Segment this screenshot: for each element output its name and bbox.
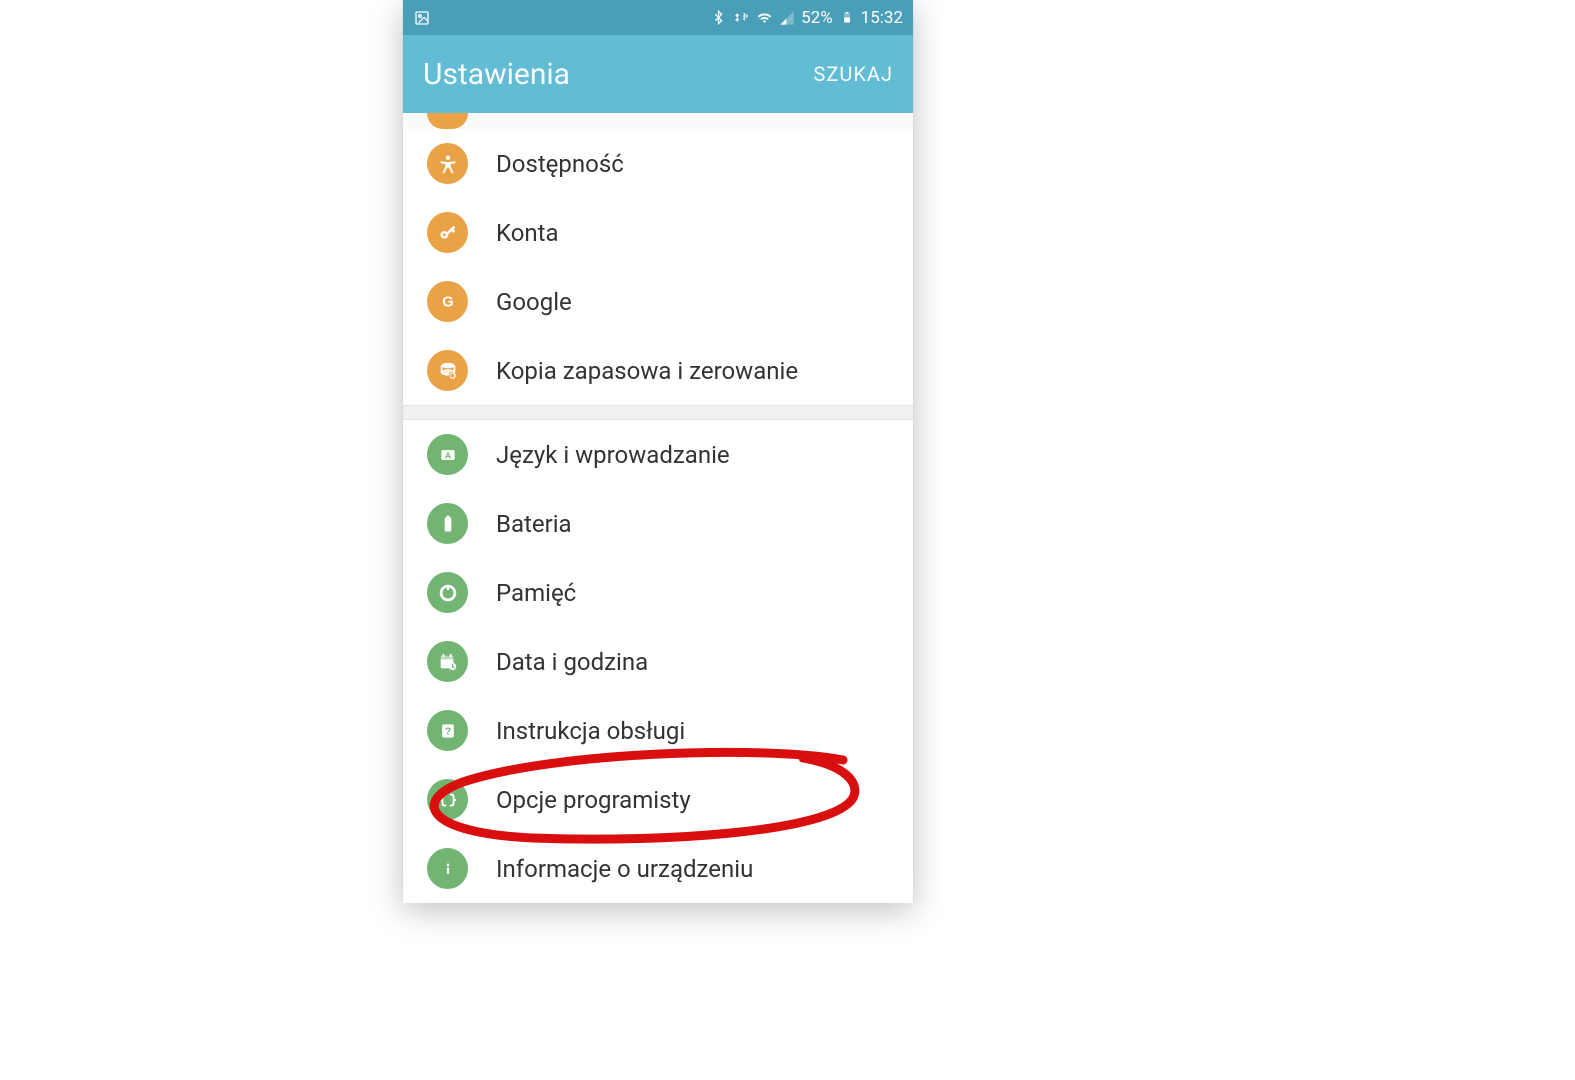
settings-item-accessibility[interactable]: Dostępność [403, 129, 913, 198]
clock: 15:32 [861, 8, 903, 28]
settings-item-backup-reset[interactable]: Kopia zapasowa i zerowanie [403, 336, 913, 405]
settings-group-system: A Język i wprowadzanie Bateria Pamięć [403, 420, 913, 903]
info-icon [427, 848, 468, 889]
battery-icon [427, 503, 468, 544]
key-icon [427, 212, 468, 253]
wifi-icon [755, 9, 773, 27]
battery-percent: 52% [801, 8, 833, 28]
status-right: 52% 15:32 [709, 8, 903, 28]
settings-item-label: Bateria [496, 510, 572, 538]
keyboard-icon: A [427, 434, 468, 475]
battery-icon [838, 9, 856, 27]
settings-item-label: Pamięć [496, 579, 576, 607]
image-icon [413, 9, 431, 27]
settings-item-label: Google [496, 288, 572, 316]
backup-icon [427, 350, 468, 391]
settings-item-label: Informacje o urządzeniu [496, 855, 753, 883]
settings-item-storage[interactable]: Pamięć [403, 558, 913, 627]
svg-text:A: A [444, 450, 450, 460]
settings-item-about-device[interactable]: Informacje o urządzeniu [403, 834, 913, 903]
bluetooth-icon [709, 9, 727, 27]
settings-item-language[interactable]: A Język i wprowadzanie [403, 420, 913, 489]
settings-item-google[interactable]: G Google [403, 267, 913, 336]
settings-item-battery[interactable]: Bateria [403, 489, 913, 558]
settings-item-date-time[interactable]: Data i godzina [403, 627, 913, 696]
storage-icon [427, 572, 468, 613]
settings-item-accounts[interactable]: Konta [403, 198, 913, 267]
settings-item-label: Dostępność [496, 150, 624, 178]
cellular-icon [778, 9, 796, 27]
search-button[interactable]: SZUKAJ [814, 62, 893, 86]
settings-item-label: Kopia zapasowa i zerowanie [496, 357, 798, 385]
settings-list[interactable]: Dostępność Konta G Google [403, 113, 913, 903]
status-bar: 52% 15:32 [403, 0, 913, 35]
google-icon: G [427, 281, 468, 322]
status-left [413, 9, 431, 27]
phone-screenshot: 52% 15:32 Ustawienia SZUKAJ [403, 0, 913, 902]
settings-item-label: Język i wprowadzanie [496, 441, 730, 469]
settings-item-label: Opcje programisty [496, 786, 691, 814]
accessibility-icon [427, 143, 468, 184]
group-separator [403, 405, 913, 420]
vibrate-icon [732, 9, 750, 27]
settings-item-label: Instrukcja obsługi [496, 717, 685, 745]
help-icon: ? [427, 710, 468, 751]
svg-text:?: ? [444, 726, 450, 737]
settings-item-user-manual[interactable]: ? Instrukcja obsługi [403, 696, 913, 765]
page-title: Ustawienia [423, 57, 570, 92]
stage: 52% 15:32 Ustawienia SZUKAJ [0, 0, 1575, 1080]
settings-item-label: Konta [496, 219, 559, 247]
date-icon [427, 641, 468, 682]
list-item-cutoff [403, 113, 913, 129]
settings-header: Ustawienia SZUKAJ [403, 35, 913, 113]
dev-icon [427, 779, 468, 820]
svg-text:G: G [442, 294, 453, 310]
settings-item-developer-options[interactable]: Opcje programisty [403, 765, 913, 834]
settings-group-personal: Dostępność Konta G Google [403, 129, 913, 405]
cutoff-icon [427, 113, 468, 129]
settings-item-label: Data i godzina [496, 648, 648, 676]
